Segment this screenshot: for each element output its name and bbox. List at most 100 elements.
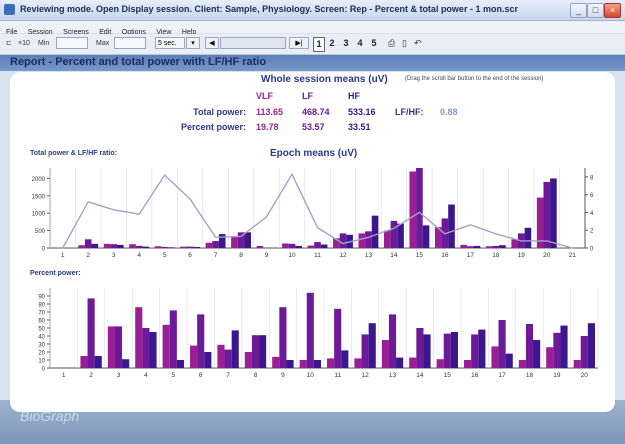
bar-lf: [114, 326, 123, 368]
chevron-down-icon[interactable]: ▾: [186, 37, 200, 49]
bar-vlf: [383, 230, 391, 248]
x-tick-label: 11: [334, 372, 341, 379]
x-tick-label: 12: [361, 372, 369, 379]
page-2-button[interactable]: 2: [327, 37, 337, 50]
bar-vlf: [217, 344, 225, 368]
bar-vlf: [282, 243, 289, 248]
bar-lf: [543, 181, 551, 248]
bar-lf: [580, 336, 588, 368]
lfhf-ratio-line: [62, 172, 573, 249]
y-tick-label: 0: [42, 367, 46, 373]
x-tick-label: 21: [569, 252, 577, 259]
bar-hf: [117, 244, 124, 248]
scroll-end-icon[interactable]: ▶|: [289, 37, 309, 49]
bar-hf: [313, 360, 321, 368]
min-input[interactable]: [56, 37, 88, 49]
bar-lf: [251, 335, 260, 368]
total-vlf-value: 113.65: [256, 107, 284, 117]
bar-vlf: [135, 307, 143, 368]
percent-vlf-value: 19.78: [256, 122, 279, 132]
scale-label[interactable]: ×10: [18, 38, 30, 49]
page-3-button[interactable]: 3: [341, 37, 351, 50]
bar-lf: [443, 333, 451, 368]
bar-lf: [388, 314, 397, 368]
max-input[interactable]: [114, 37, 146, 49]
y-tick-label: 1000: [32, 212, 46, 218]
y-tick-label: 60: [38, 319, 45, 325]
y-tick-label: 1500: [32, 194, 46, 200]
bar-lf: [87, 298, 95, 368]
bar-vlf: [154, 246, 162, 248]
bar-hf: [231, 330, 239, 368]
bar-vlf: [491, 346, 499, 368]
close-button[interactable]: ×: [604, 3, 621, 18]
bar-lf: [142, 328, 150, 368]
bar-hf: [295, 245, 302, 248]
total-power-label: Total power:: [193, 107, 246, 117]
bar-lf: [197, 314, 205, 368]
bar-hf: [505, 353, 513, 368]
x-tick-label: 1: [61, 252, 65, 259]
page-1-button[interactable]: 1: [313, 37, 325, 52]
bar-hf: [91, 243, 99, 248]
bar-hf: [448, 204, 455, 248]
bar-vlf: [409, 357, 417, 368]
bar-lf: [467, 246, 474, 248]
bar-lf: [314, 242, 321, 248]
bar-vlf: [327, 358, 335, 368]
x-tick-label: 5: [171, 372, 175, 379]
col-hf: HF: [348, 91, 360, 101]
x-tick-label: 9: [281, 372, 285, 379]
x-tick-label: 19: [518, 252, 526, 259]
bar-vlf: [80, 356, 88, 368]
copy-icon[interactable]: ▯: [402, 38, 407, 49]
x-tick-label: 7: [226, 372, 230, 379]
y2-tick-label: 0: [590, 247, 594, 253]
x-tick-label: 6: [188, 252, 192, 259]
y2-tick-label: 6: [590, 193, 594, 199]
x-tick-label: 16: [471, 372, 479, 379]
interval-select[interactable]: 5 sec.: [155, 37, 185, 49]
minimize-button[interactable]: _: [570, 3, 587, 18]
scroll-left-icon[interactable]: ◀: [205, 37, 219, 49]
bar-hf: [587, 323, 595, 368]
bar-hf: [204, 352, 212, 368]
x-tick-label: 19: [553, 372, 561, 379]
bar-vlf: [485, 246, 493, 248]
bar-hf: [423, 334, 431, 368]
bar-vlf: [436, 359, 444, 368]
maximize-button[interactable]: □: [587, 3, 604, 18]
page-5-button[interactable]: 5: [369, 37, 379, 50]
bar-hf: [478, 329, 486, 368]
bar-hf: [550, 178, 557, 248]
bar-hf: [341, 350, 349, 368]
undo-icon[interactable]: ↶: [414, 38, 422, 49]
bar-lf: [288, 243, 296, 248]
x-tick-label: 17: [467, 252, 475, 259]
session-scrollbar[interactable]: [220, 37, 286, 49]
scale-icon[interactable]: ⊏: [6, 38, 12, 49]
bar-lf: [553, 332, 561, 368]
window-title: Reviewing mode. Open Display session. Cl…: [20, 4, 518, 14]
bar-vlf: [381, 340, 389, 368]
percent-power-label: Percent power:: [180, 122, 246, 132]
page-4-button[interactable]: 4: [355, 37, 365, 50]
total-lf-value: 468.74: [302, 107, 330, 117]
y2-tick-label: 4: [590, 211, 594, 217]
min-label: Min: [38, 40, 50, 47]
x-tick-label: 18: [492, 252, 500, 259]
bar-vlf: [103, 243, 111, 248]
bar-hf: [218, 234, 226, 248]
y-tick-label: 30: [38, 343, 45, 349]
x-tick-label: 7: [214, 252, 218, 259]
x-tick-label: 6: [199, 372, 203, 379]
bar-lf: [306, 292, 314, 368]
bar-lf: [390, 220, 398, 248]
bar-vlf: [460, 244, 468, 248]
total-hf-value: 533.16: [348, 107, 376, 117]
x-tick-label: 20: [543, 252, 551, 259]
x-tick-label: 15: [444, 372, 452, 379]
total-power-chart: 05001000150020001 2 3 4 5 6 7 8 9 10 11 12 13 14 15 16 1…: [32, 168, 594, 259]
print-icon[interactable]: ⎙: [388, 38, 395, 49]
bar-vlf: [180, 246, 187, 248]
